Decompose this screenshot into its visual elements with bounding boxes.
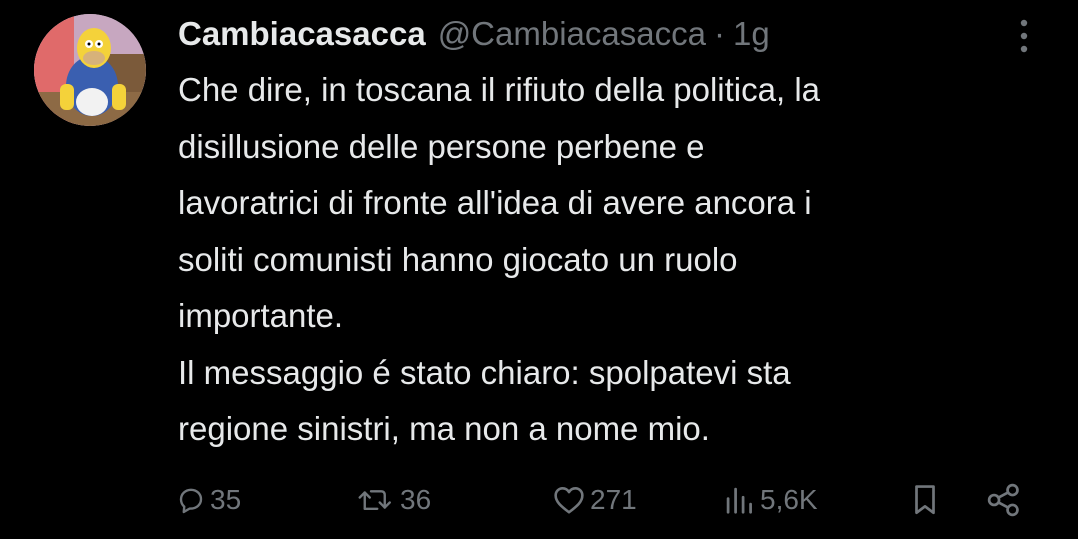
tweet-line: soliti comunisti hanno giocato un ruolo bbox=[178, 240, 738, 278]
tweet-header: Cambiacasacca @Cambiacasacca · 1g bbox=[178, 10, 770, 58]
views-count: 5,6K bbox=[760, 484, 818, 515]
header-separator: · bbox=[713, 15, 725, 52]
avatar-image bbox=[34, 14, 146, 126]
views-bars-icon bbox=[726, 487, 752, 514]
retweet-button[interactable]: 36 bbox=[356, 472, 431, 528]
timestamp[interactable]: 1g bbox=[733, 10, 770, 58]
reply-button[interactable]: 35 bbox=[176, 472, 241, 528]
tweet-line: lavoratrici di fronte all'idea di avere … bbox=[178, 184, 812, 221]
like-button[interactable]: 271 bbox=[552, 472, 637, 528]
share-button[interactable] bbox=[984, 472, 1024, 528]
heart-icon bbox=[554, 486, 584, 514]
user-handle[interactable]: @Cambiacasacca bbox=[438, 10, 706, 58]
more-vertical-icon bbox=[1020, 19, 1028, 53]
tweet-line: disillusione delle persone perbene e bbox=[178, 127, 705, 165]
bookmark-button[interactable] bbox=[910, 472, 940, 528]
tweet-line: Che dire, in toscana il rifiuto della po… bbox=[178, 71, 821, 108]
reply-bubble-icon bbox=[179, 488, 203, 514]
bookmark-icon bbox=[915, 485, 935, 515]
reply-count: 35 bbox=[210, 484, 242, 515]
tweet-text: Che dire, in toscana il rifiuto della po… bbox=[178, 62, 1058, 458]
tweet-line: importante. bbox=[178, 297, 344, 334]
tweet-line: Il messaggio é stato chiaro: spolpatevi … bbox=[178, 353, 791, 391]
avatar[interactable] bbox=[34, 14, 146, 126]
like-count: 271 bbox=[590, 484, 637, 515]
tweet-line: regione sinistri, ma non a nome mio. bbox=[178, 410, 710, 447]
retweet-count: 36 bbox=[400, 484, 432, 515]
views-button[interactable]: 5,6K bbox=[722, 472, 818, 528]
share-icon bbox=[987, 483, 1019, 517]
action-bar: 35 36 271 5,6K bbox=[0, 472, 1078, 528]
tweet[interactable]: Cambiacasacca @Cambiacasacca · 1g Che di… bbox=[0, 0, 1078, 539]
display-name[interactable]: Cambiacasacca bbox=[178, 10, 426, 58]
retweet-icon bbox=[358, 490, 391, 510]
more-button[interactable] bbox=[1004, 14, 1044, 58]
